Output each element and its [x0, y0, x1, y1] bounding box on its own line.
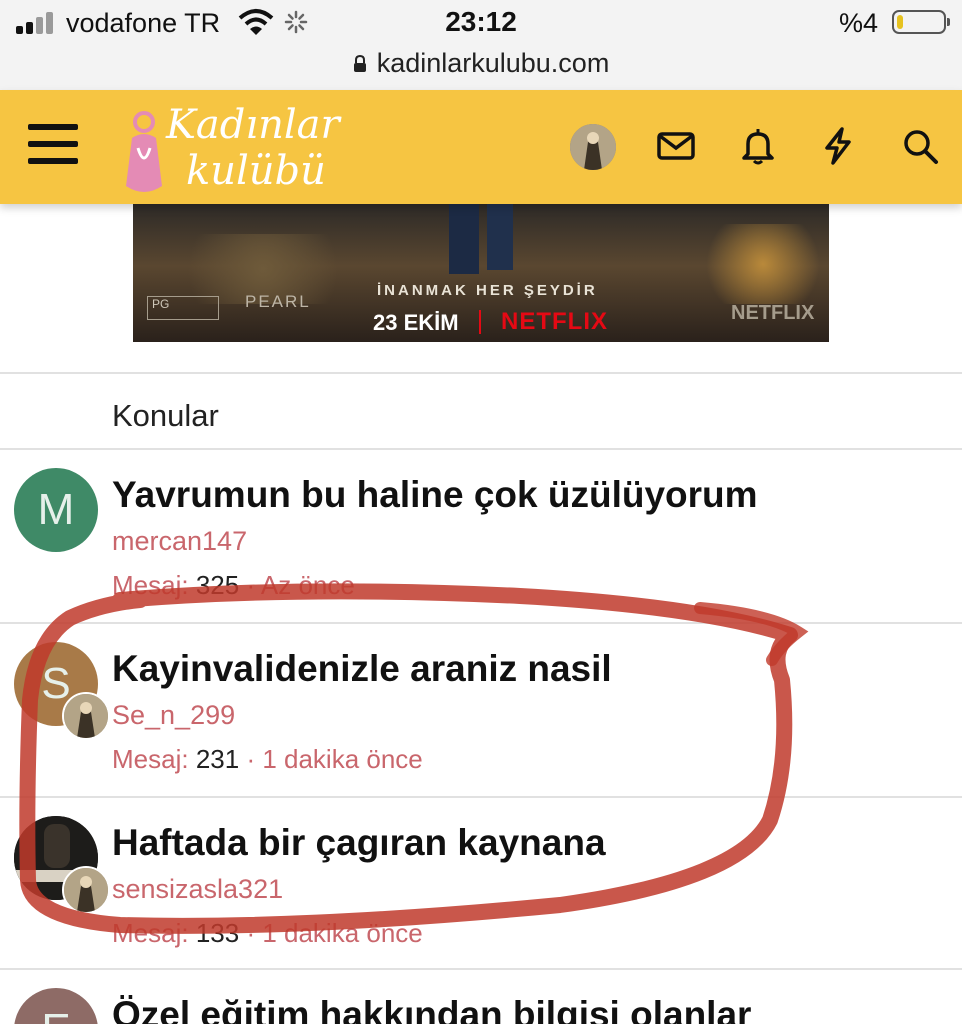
menu-icon[interactable] [28, 124, 80, 166]
reply-count: 325 [195, 570, 240, 600]
thread-title[interactable]: Yavrumun bu haline çok üzülüyorum [112, 474, 758, 516]
thread-item[interactable]: S Kayinvalidenizle araniz nasil Se_n_299… [0, 624, 962, 796]
logo-line2: kulübü [186, 148, 326, 194]
search-icon[interactable] [900, 126, 940, 166]
meta-label: Mesaj: [112, 744, 189, 774]
status-bar: vodafone TR 23:12 %4 [0, 0, 962, 48]
url-text: kadinlarkulubu.com [376, 48, 610, 78]
thread-time: · 1 dakika önce [246, 744, 423, 774]
logo-line1: Kadınlar [166, 102, 340, 148]
ad-figure-icon [449, 204, 479, 274]
thread-meta: Mesaj: 231 · 1 dakika önce [112, 744, 423, 775]
thread-author[interactable]: Se_n_299 [112, 700, 235, 731]
thread-author[interactable]: mercan147 [112, 526, 247, 557]
mail-icon[interactable] [656, 126, 696, 166]
thread-title[interactable]: Haftada bir çagıran kaynana [112, 822, 606, 864]
bell-icon[interactable] [738, 126, 778, 166]
clock: 23:12 [445, 6, 517, 37]
meta-label: Mesaj: [112, 570, 189, 600]
advertisement-banner[interactable]: PG PEARL İNANMAK HER ŞEYDİR 23 EKİM NETF… [133, 204, 829, 342]
divider [0, 372, 962, 374]
ad-tagline: İNANMAK HER ŞEYDİR [377, 282, 598, 299]
ad-rating: PG [147, 296, 219, 320]
lightning-icon[interactable] [818, 126, 858, 166]
site-logo[interactable]: Kadınlar kulübü [118, 98, 348, 198]
thread-item[interactable]: M Yavrumun bu haline çok üzülüyorum merc… [0, 450, 962, 622]
meta-label: Mesaj: [112, 918, 189, 948]
section-title: Konular [112, 398, 219, 433]
battery-percent: %4 [838, 8, 878, 38]
url-bar[interactable]: kadinlarkulubu.com [0, 48, 962, 90]
ad-figure-icon [487, 204, 513, 270]
ad-brand: NETFLIX [501, 308, 608, 335]
thread-time: · Az önce [246, 570, 355, 600]
avatar[interactable]: E [14, 988, 98, 1024]
thread-item[interactable]: Haftada bir çagıran kaynana sensizasla32… [0, 798, 962, 970]
reply-count: 231 [195, 744, 240, 774]
thread-title[interactable]: Kayinvalidenizle araniz nasil [112, 648, 612, 690]
ad-date: 23 EKİM [373, 310, 459, 335]
thread-time: · 1 dakika önce [246, 918, 423, 948]
thread-item[interactable]: E Özel eğitim hakkından bilgisi olanlar [0, 970, 962, 1024]
thread-meta: Mesaj: 325 · Az önce [112, 570, 355, 601]
thread-title[interactable]: Özel eğitim hakkından bilgisi olanlar [112, 994, 751, 1024]
user-avatar[interactable] [570, 124, 616, 170]
ad-studio: PEARL [245, 292, 311, 311]
thread-author[interactable]: sensizasla321 [112, 874, 283, 905]
reply-count: 133 [195, 918, 240, 948]
site-header: Kadınlar kulübü [0, 90, 962, 204]
lock-icon [353, 55, 366, 72]
logo-figure-icon [126, 111, 162, 192]
last-poster-avatar[interactable] [62, 692, 110, 740]
ad-separator [479, 310, 481, 334]
battery-icon [892, 10, 950, 34]
last-poster-avatar[interactable] [62, 866, 110, 914]
ad-brand-small: NETFLIX [731, 302, 815, 324]
avatar[interactable]: M [14, 468, 98, 552]
thread-meta: Mesaj: 133 · 1 dakika önce [112, 918, 423, 949]
